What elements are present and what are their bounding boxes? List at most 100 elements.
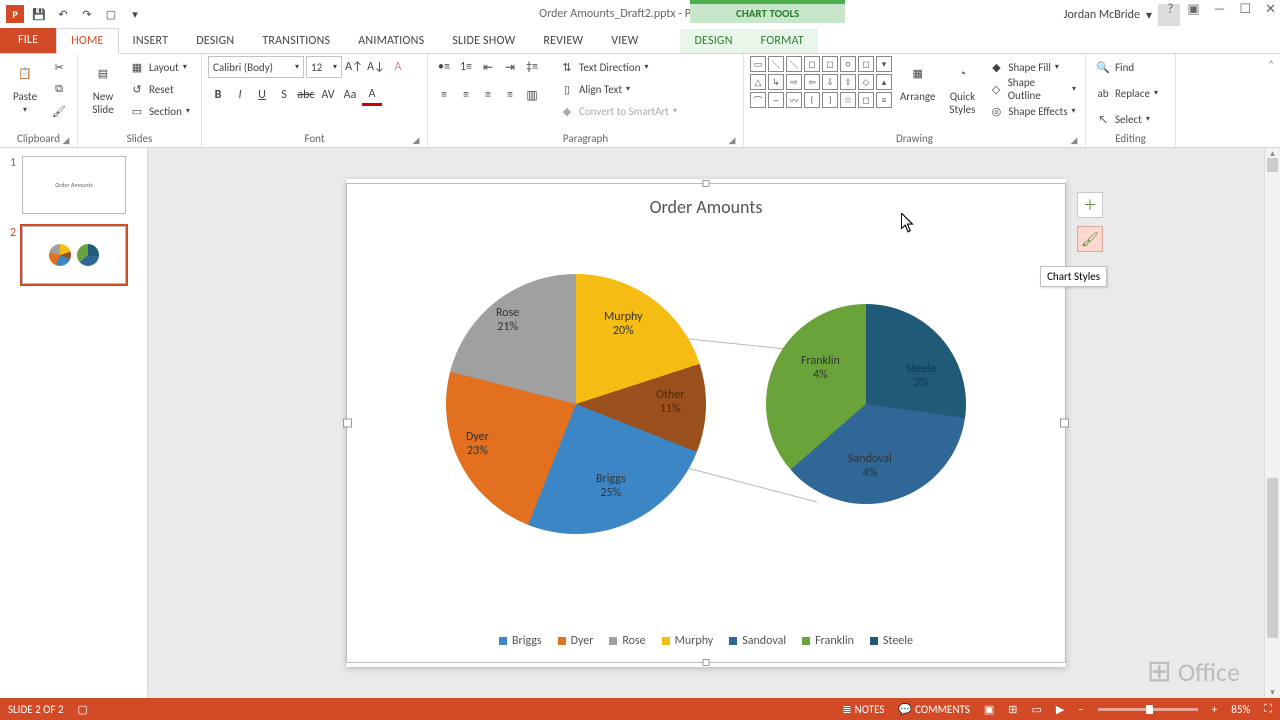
close-icon[interactable]: ✕: [1265, 2, 1276, 17]
replace-button[interactable]: abReplace▾: [1092, 82, 1161, 104]
columns-icon[interactable]: ▥: [522, 84, 542, 106]
shape-fill-button[interactable]: ◆Shape Fill▾: [985, 56, 1079, 78]
shape-outline-button[interactable]: ◇Shape Outline▾: [985, 78, 1079, 100]
normal-view-icon[interactable]: ▣: [984, 703, 994, 716]
numbering-icon[interactable]: 1≡: [456, 56, 476, 78]
section-button[interactable]: ▭Section▾: [126, 100, 193, 122]
find-button[interactable]: 🔍Find: [1092, 56, 1137, 78]
align-text-button[interactable]: ▯Align Text▾: [556, 78, 680, 100]
tab-review[interactable]: REVIEW: [529, 29, 597, 53]
strikethrough-icon[interactable]: abc: [296, 84, 316, 106]
slide-thumbnail-2[interactable]: [22, 226, 126, 284]
slideshow-view-icon[interactable]: ▶: [1056, 703, 1064, 716]
vertical-scrollbar[interactable]: ▴ ▾: [1264, 148, 1280, 698]
reading-view-icon[interactable]: ▭: [1031, 703, 1041, 716]
text-direction-button[interactable]: ⇅Text Direction▾: [556, 56, 680, 78]
chart-title[interactable]: Order Amounts: [347, 184, 1065, 218]
layout-icon: ▦: [129, 59, 145, 75]
redo-icon[interactable]: ↷: [76, 3, 98, 25]
chart-elements-button[interactable]: ＋: [1077, 192, 1103, 218]
window-controls: ? ▣ — ☐ ✕: [1167, 2, 1276, 17]
font-color-icon[interactable]: A: [362, 84, 382, 106]
increase-font-icon[interactable]: A↑: [344, 56, 364, 78]
font-family-combo[interactable]: Calibri (Body)▾: [208, 56, 304, 78]
notes-button[interactable]: ≣ NOTES: [842, 703, 884, 716]
tab-home[interactable]: HOME: [56, 28, 118, 54]
increase-indent-icon[interactable]: ⇥: [500, 56, 520, 78]
arrange-button[interactable]: ▦Arrange: [896, 56, 939, 105]
collapse-ribbon-icon[interactable]: ˄: [1262, 54, 1280, 147]
smartart-icon: ◆: [559, 103, 575, 119]
ribbon-tabs: FILE HOME INSERT DESIGN TRANSITIONS ANIM…: [0, 28, 1280, 54]
tab-chart-format[interactable]: FORMAT: [747, 29, 818, 53]
slide-sorter-view-icon[interactable]: ⊞: [1008, 703, 1017, 716]
shadow-icon[interactable]: S: [274, 84, 294, 106]
align-right-icon[interactable]: ≡: [478, 84, 498, 106]
tab-design[interactable]: DESIGN: [182, 29, 248, 53]
tab-file[interactable]: FILE: [0, 27, 56, 53]
select-button[interactable]: ↖Select▾: [1092, 108, 1153, 130]
decrease-indent-icon[interactable]: ⇤: [478, 56, 498, 78]
slide-editor[interactable]: Order Amounts Rose 21% Murphy 20% Other …: [148, 148, 1264, 698]
user-area[interactable]: Jordan McBride▾: [1064, 4, 1180, 26]
start-from-beginning-icon[interactable]: ▢: [100, 3, 122, 25]
slide-thumbnail-1[interactable]: Order Amounts: [22, 156, 126, 214]
cut-button[interactable]: ✂: [48, 56, 70, 78]
tab-chart-design[interactable]: DESIGN: [680, 29, 746, 53]
tab-insert[interactable]: INSERT: [119, 29, 183, 53]
font-dialog-launcher[interactable]: ◢: [411, 135, 421, 145]
ribbon-display-icon[interactable]: ▣: [1187, 2, 1199, 17]
tab-transitions[interactable]: TRANSITIONS: [248, 29, 344, 53]
change-case-icon[interactable]: Aa: [340, 84, 360, 106]
group-font-label: Font: [304, 132, 324, 145]
slice-label-steele: Steele 3%: [906, 362, 936, 391]
tab-animations[interactable]: ANIMATIONS: [344, 29, 438, 53]
italic-icon[interactable]: I: [230, 84, 250, 106]
zoom-slider[interactable]: [1098, 708, 1198, 711]
clipboard-dialog-launcher[interactable]: ◢: [61, 135, 71, 145]
shape-effects-button[interactable]: ◎Shape Effects▾: [985, 100, 1079, 122]
chart-legend: BriggsDyerRoseMurphySandovalFranklinStee…: [347, 634, 1065, 648]
maximize-icon[interactable]: ☐: [1239, 2, 1251, 17]
zoom-level[interactable]: 85%: [1231, 703, 1250, 716]
zoom-in-icon[interactable]: +: [1212, 703, 1217, 716]
help-icon[interactable]: ?: [1167, 2, 1173, 17]
new-slide-button[interactable]: ▤ New Slide: [84, 56, 122, 118]
slide-counter[interactable]: SLIDE 2 OF 2: [8, 703, 64, 716]
chart-object[interactable]: Order Amounts Rose 21% Murphy 20% Other …: [346, 183, 1066, 663]
clear-formatting-icon[interactable]: A: [388, 56, 408, 78]
qat-dropdown-icon[interactable]: ▾: [124, 3, 146, 25]
underline-icon[interactable]: U: [252, 84, 272, 106]
tab-view[interactable]: VIEW: [597, 29, 652, 53]
undo-icon[interactable]: ↶: [52, 3, 74, 25]
decrease-font-icon[interactable]: A↓: [366, 56, 386, 78]
chart-styles-button[interactable]: 🖌: [1077, 226, 1103, 252]
bullets-icon[interactable]: •≡: [434, 56, 454, 78]
justify-icon[interactable]: ≡: [500, 84, 520, 106]
minimize-icon[interactable]: —: [1214, 2, 1226, 17]
bold-icon[interactable]: B: [208, 84, 228, 106]
save-icon[interactable]: 💾: [28, 3, 50, 25]
thumb-number-2: 2: [10, 226, 16, 284]
align-center-icon[interactable]: ≡: [456, 84, 476, 106]
reset-button[interactable]: ↺Reset: [126, 78, 193, 100]
zoom-out-icon[interactable]: −: [1078, 703, 1083, 716]
shapes-gallery[interactable]: ▭＼＼◻◻○◻▾ △↳⇨⇦⇩⇧◇▴ ⌒~〰{}☆◻≡: [750, 56, 892, 108]
char-spacing-icon[interactable]: AV: [318, 84, 338, 106]
comments-button[interactable]: 💬 COMMENTS: [898, 703, 969, 716]
drawing-dialog-launcher[interactable]: ◢: [1069, 135, 1079, 145]
copy-button[interactable]: ⧉: [48, 78, 70, 100]
group-paragraph: •≡ 1≡ ⇤ ⇥ ‡≡ ≡ ≡ ≡ ≡ ▥ ⇅Text Direction▾ …: [428, 54, 744, 147]
quick-styles-button[interactable]: ◔Quick Styles: [943, 56, 981, 118]
format-painter-button[interactable]: 🖌: [48, 100, 70, 122]
font-size-combo[interactable]: 12▾: [306, 56, 342, 78]
spell-check-icon[interactable]: ▢: [78, 703, 88, 716]
convert-smartart-button[interactable]: ◆Convert to SmartArt▾: [556, 100, 680, 122]
line-spacing-icon[interactable]: ‡≡: [522, 56, 542, 78]
tab-slideshow[interactable]: SLIDE SHOW: [438, 29, 529, 53]
align-left-icon[interactable]: ≡: [434, 84, 454, 106]
paste-button[interactable]: 📋 Paste▾: [6, 56, 44, 117]
layout-button[interactable]: ▦Layout▾: [126, 56, 193, 78]
fit-to-window-icon[interactable]: ⛶: [1264, 702, 1272, 716]
paragraph-dialog-launcher[interactable]: ◢: [727, 135, 737, 145]
